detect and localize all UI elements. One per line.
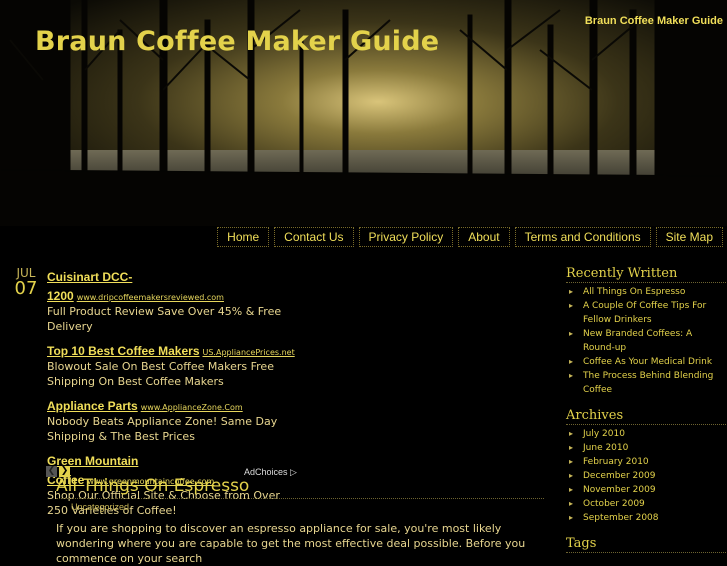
post-category[interactable]: Uncategorized (71, 502, 129, 512)
adchoices-icon: ▷ (290, 467, 297, 477)
recent-item[interactable]: All Things On Espresso (566, 285, 726, 299)
site-title[interactable]: Braun Coffee Maker Guide (35, 26, 439, 57)
recent-list: All Things On Espresso A Couple Of Coffe… (566, 285, 726, 397)
adchoices-label: AdChoices (244, 467, 288, 477)
nav-privacy-policy[interactable]: Privacy Policy (358, 227, 454, 247)
ad-title[interactable]: Top 10 Best Coffee Makers (47, 344, 200, 358)
archive-item[interactable]: June 2010 (566, 441, 726, 455)
recent-item[interactable]: A Couple Of Coffee Tips For Fellow Drink… (566, 299, 726, 327)
ad-body: Blowout Sale On Best Coffee Makers Free … (47, 360, 274, 388)
ad-item: Appliance Parts www.ApplianceZone.Com Nob… (47, 395, 302, 444)
archive-item[interactable]: July 2010 (566, 427, 726, 441)
recent-item[interactable]: The Process Behind Blending Coffee (566, 369, 726, 397)
archive-item[interactable]: February 2010 (566, 455, 726, 469)
nav-contact-us[interactable]: Contact Us (274, 227, 354, 247)
archives-list: July 2010 June 2010 February 2010 Decemb… (566, 427, 726, 525)
ad-url[interactable]: US.AppliancePrices.net (203, 348, 295, 357)
post-divider (56, 498, 544, 499)
ad-url[interactable]: www.dripcoffeemakersreviewed.com (77, 293, 224, 302)
archives-heading: Archives (566, 408, 726, 425)
sidebar: Recently Written All Things On Espresso … (566, 266, 726, 553)
post-date-day: 07 (14, 278, 38, 299)
nav-site-map[interactable]: Site Map (655, 227, 723, 247)
post-date: JUL 07 (12, 266, 40, 298)
archive-item[interactable]: December 2009 (566, 469, 726, 483)
top-site-link[interactable]: Braun Coffee Maker Guide (585, 15, 723, 27)
adchoices-link[interactable]: AdChoices ▷ (244, 467, 297, 478)
post-body: If you are shopping to discover an espre… (56, 522, 526, 565)
ad-item: Top 10 Best Coffee Makers US.AppliancePri… (47, 340, 302, 389)
archive-item[interactable]: October 2009 (566, 497, 726, 511)
post-title[interactable]: All Things On Espresso (56, 476, 249, 496)
archive-item[interactable]: September 2008 (566, 511, 726, 525)
recent-item[interactable]: Coffee As Your Medical Drink (566, 355, 726, 369)
ad-item: Cuisinart DCC-1200 www.dripcoffeemakersre… (47, 266, 302, 334)
archive-item[interactable]: November 2009 (566, 483, 726, 497)
nav-terms[interactable]: Terms and Conditions (514, 227, 651, 247)
header-banner: Braun Coffee Maker Guide Braun Coffee Ma… (0, 0, 727, 226)
main-nav: Home Contact Us Privacy Policy About Ter… (217, 227, 723, 247)
nav-about[interactable]: About (458, 227, 510, 247)
ad-body: Nobody Beats Appliance Zone! Same Day Sh… (47, 415, 278, 443)
ad-body: Full Product Review Save Over 45% & Free… (47, 305, 282, 333)
recent-heading: Recently Written (566, 266, 726, 283)
nav-home[interactable]: Home (217, 227, 270, 247)
ad-title[interactable]: Appliance Parts (47, 399, 138, 413)
ad-url[interactable]: www.ApplianceZone.Com (141, 403, 243, 412)
recent-item[interactable]: New Branded Coffees: A Round-up (566, 327, 726, 355)
